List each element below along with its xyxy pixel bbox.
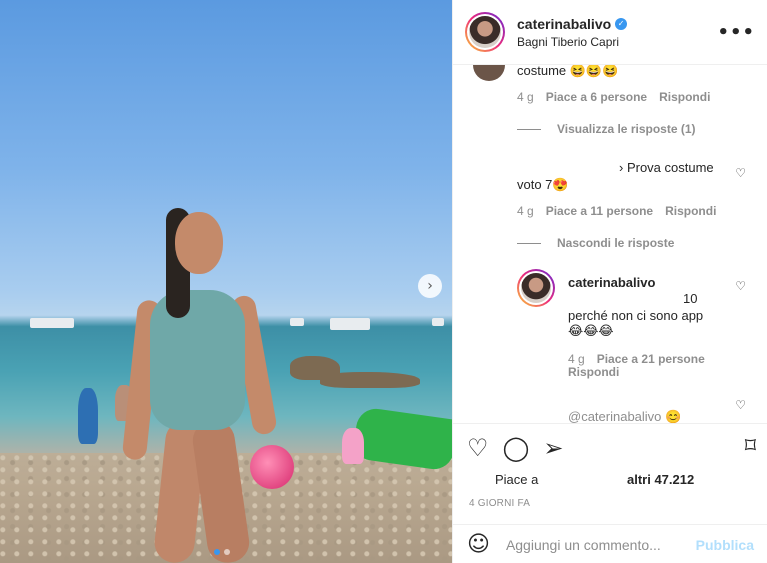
comment-time[interactable]: 4 g — [517, 90, 534, 104]
like-comment-icon[interactable]: ♡ — [735, 166, 746, 180]
bookmark-icon[interactable]: ⌑ — [745, 434, 756, 459]
reply-meta: 4 g Piace a 21 persone — [568, 352, 705, 366]
carousel-next-icon[interactable]: › — [418, 274, 442, 298]
reply-avatar[interactable] — [517, 269, 555, 307]
reply-button[interactable]: Rispondi — [568, 365, 619, 379]
comment-avatar[interactable] — [473, 65, 505, 81]
carousel-dots — [214, 549, 230, 555]
more-options-icon[interactable]: ••• — [717, 22, 755, 43]
woman-swimsuit — [150, 290, 245, 430]
likes-text: Piace a — [495, 472, 539, 487]
woman-head — [175, 212, 223, 274]
emoji-icon[interactable]: ☺ — [467, 532, 490, 557]
post-date[interactable]: 4 GIORNI FA — [469, 498, 530, 509]
username-row: caterinabalivo ✓ — [517, 16, 628, 32]
boat — [330, 318, 370, 330]
comment-text: @caterinabalivo 😊 — [568, 409, 682, 423]
like-comment-icon[interactable]: ♡ — [735, 398, 746, 412]
comment-text: costume 😆😆😆 — [517, 65, 619, 78]
location-link[interactable]: Bagni Tiberio Capri — [517, 35, 627, 49]
reply-meta: Rispondi — [568, 365, 619, 379]
reply-button[interactable]: Rispondi — [665, 204, 716, 218]
post-header: caterinabalivo ✓ Bagni Tiberio Capri ••• — [453, 0, 767, 65]
add-comment-bar: ☺ Pubblica — [453, 524, 767, 563]
comment-meta: 4 g Piace a 11 persone Rispondi — [517, 204, 716, 218]
publish-button[interactable]: Pubblica — [696, 537, 754, 553]
reply-likes[interactable]: Piace a 21 persone — [597, 352, 705, 366]
comment-likes[interactable]: Piace a 11 persone — [546, 204, 653, 218]
reply-text: perché non ci sono app — [568, 308, 704, 323]
comment-text: › Prova costume — [619, 160, 714, 175]
like-reply-icon[interactable]: ♡ — [735, 279, 746, 293]
carousel-dot — [224, 549, 230, 555]
boat — [290, 318, 304, 326]
comment-likes[interactable]: Piace a 6 persone — [546, 90, 647, 104]
post-photo[interactable]: › — [0, 0, 452, 563]
comments-list: costume 😆😆😆 4 g Piace a 6 persone Rispon… — [453, 65, 767, 423]
rock — [320, 372, 420, 388]
child-figure — [342, 428, 364, 464]
reply-text: 10 — [683, 291, 698, 306]
likes-count[interactable]: altri 47.212 — [627, 472, 694, 487]
comment-input[interactable] — [505, 536, 696, 553]
post-side-panel: caterinabalivo ✓ Bagni Tiberio Capri •••… — [452, 0, 767, 563]
pink-bag — [250, 445, 294, 489]
avatar[interactable] — [465, 12, 505, 52]
like-icon[interactable]: ♡ — [467, 434, 489, 462]
reply-username[interactable]: caterinabalivo — [568, 274, 655, 291]
verified-badge-icon: ✓ — [615, 17, 628, 30]
comment-meta: 4 g Piace a 6 persone Rispondi — [517, 90, 710, 104]
username-link[interactable]: caterinabalivo — [517, 16, 611, 32]
view-replies-button[interactable]: Visualizza le risposte (1) — [517, 122, 696, 136]
hide-replies-button[interactable]: Nascondi le risposte — [517, 236, 674, 250]
reply-button[interactable]: Rispondi — [659, 90, 710, 104]
reply-text: 😂😂😂 — [568, 324, 614, 339]
share-icon[interactable]: ➢ — [543, 434, 563, 462]
child-figure — [78, 388, 98, 444]
comment-icon[interactable]: ◯ — [503, 434, 530, 462]
comment-time[interactable]: 4 g — [517, 204, 534, 218]
boat — [432, 318, 444, 326]
carousel-dot-active — [214, 549, 220, 555]
comment-text: voto 7😍 — [517, 177, 569, 192]
post-actions: ♡ ◯ ➢ ⌑ Piace a altri 47.212 4 GIORNI FA… — [453, 423, 767, 563]
reply-time[interactable]: 4 g — [568, 352, 585, 366]
boat — [30, 318, 74, 328]
